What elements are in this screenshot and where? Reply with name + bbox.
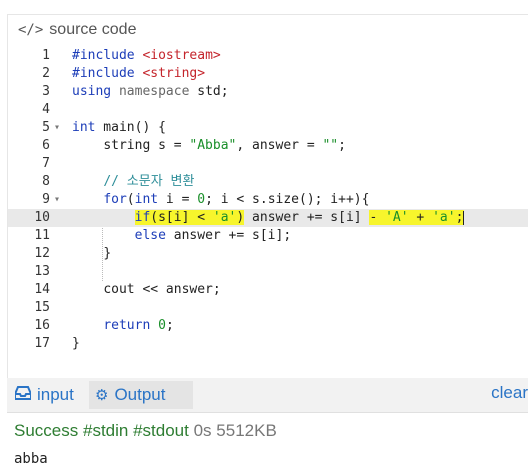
token: + — [408, 210, 433, 225]
code-editor[interactable]: 1 #include <iostream> 2 #include <string… — [8, 47, 528, 375]
token: main() { — [95, 120, 166, 135]
token: ( — [126, 192, 135, 207]
token: } — [103, 246, 112, 261]
code-line-active: 10 if(s[i] < 'a') answer += s[i] - 'A' +… — [8, 209, 528, 227]
code-line: 7 — [8, 155, 528, 173]
token: <string> — [142, 66, 206, 81]
token: } — [72, 336, 80, 351]
line-number: 9 — [42, 192, 50, 207]
code-line: 9 ▾ for(int i = 0; i < s.size(); i++){ — [8, 191, 528, 209]
token: return — [103, 318, 151, 333]
token: namespace — [118, 84, 190, 99]
line-number: 3 — [42, 84, 50, 99]
token: std; — [197, 84, 229, 99]
token: for — [103, 192, 127, 207]
inbox-icon — [14, 386, 32, 404]
token: 0 — [150, 318, 166, 333]
code-line: 5 ▾ int main() { — [8, 119, 528, 137]
code-line: 14 cout << answer; — [8, 281, 528, 299]
line-number: 4 — [42, 102, 50, 117]
code-line: 16 return 0; — [8, 317, 528, 335]
token: else — [134, 228, 166, 243]
token: 'A' — [385, 210, 409, 225]
token: ; — [455, 210, 464, 225]
code-line: 2 #include <string> — [8, 65, 528, 83]
tab-output-label: Output — [114, 385, 166, 404]
token: #include — [72, 66, 135, 81]
line-number: 5 — [42, 120, 50, 135]
token: ; i < s.size(); i++){ — [205, 192, 370, 207]
line-number: 16 — [34, 318, 50, 333]
token: int — [72, 120, 96, 135]
line-number: 7 — [42, 156, 50, 171]
line-number: 2 — [42, 66, 50, 81]
code-line: 8 // 소문자 변환 — [8, 173, 528, 191]
line-number: 1 — [42, 48, 50, 63]
token: using — [72, 84, 112, 99]
token: string s = — [103, 138, 190, 153]
line-number: 8 — [42, 174, 50, 189]
token: #include — [72, 48, 135, 63]
code-line: 3 using namespace std; — [8, 83, 528, 101]
token: ; — [165, 318, 174, 333]
tab-input-label: input — [37, 385, 74, 404]
token: 'a' — [212, 210, 237, 225]
code-line: 4 — [8, 101, 528, 119]
source-code-title: source code — [49, 21, 137, 38]
token: (s[i] < — [150, 210, 213, 225]
exec-time: 0s — [193, 421, 212, 440]
token: answer += s[i]; — [165, 228, 292, 243]
line-number: 6 — [42, 138, 50, 153]
token: 0 — [197, 192, 206, 207]
line-number: 13 — [34, 264, 50, 279]
token: 'a' — [432, 210, 456, 225]
line-number: 15 — [34, 300, 50, 315]
token: ; — [338, 138, 346, 153]
result-status: Success #stdin #stdout 0s 5512KB — [14, 421, 277, 441]
tab-input[interactable]: input — [14, 381, 91, 409]
token: if — [134, 210, 151, 225]
text-cursor — [463, 210, 465, 225]
stdout-link[interactable]: #stdout — [133, 421, 189, 440]
line-number: 11 — [34, 228, 50, 243]
token: <iostream> — [142, 48, 221, 63]
stdin-link[interactable]: #stdin — [83, 421, 128, 440]
io-tabs-bar: input ⚙ Output clear — [7, 378, 528, 413]
fold-arrow-icon[interactable]: ▾ — [54, 191, 64, 209]
comment: // 소문자 변환 — [103, 174, 195, 189]
line-number: 17 — [34, 336, 50, 351]
code-line: 17 } — [8, 335, 528, 353]
stdout-output: abba — [14, 451, 48, 467]
tab-output[interactable]: ⚙ Output — [89, 381, 193, 409]
source-code-panel: </> source code 1 #include <iostream> 2 … — [7, 14, 528, 379]
token: cout << answer; — [103, 282, 221, 297]
token: , answer = — [236, 138, 323, 153]
token: "" — [322, 138, 339, 153]
code-line: 1 #include <iostream> — [8, 47, 528, 65]
token: "Abba" — [189, 138, 237, 153]
line-number: 10 — [34, 210, 50, 225]
memory-usage: 5512KB — [216, 421, 277, 440]
token: answer += s[i] — [244, 210, 370, 225]
code-line: 13 — [8, 263, 528, 281]
code-icon: </> — [18, 22, 44, 38]
token: i = — [158, 192, 198, 207]
line-number: 14 — [34, 282, 50, 297]
token: int — [134, 192, 159, 207]
line-number: 12 — [34, 246, 50, 261]
clear-link[interactable]: clear — [491, 383, 528, 403]
status-text: Success — [14, 421, 79, 440]
fold-arrow-icon[interactable]: ▾ — [54, 119, 64, 137]
gears-icon: ⚙ — [95, 387, 109, 404]
source-code-header: </> source code — [8, 15, 528, 45]
code-line: 15 — [8, 299, 528, 317]
token: - — [369, 210, 386, 225]
code-line: 12 } — [8, 245, 528, 263]
code-line: 11 else answer += s[i]; — [8, 227, 528, 245]
code-line: 6 string s = "Abba", answer = ""; — [8, 137, 528, 155]
